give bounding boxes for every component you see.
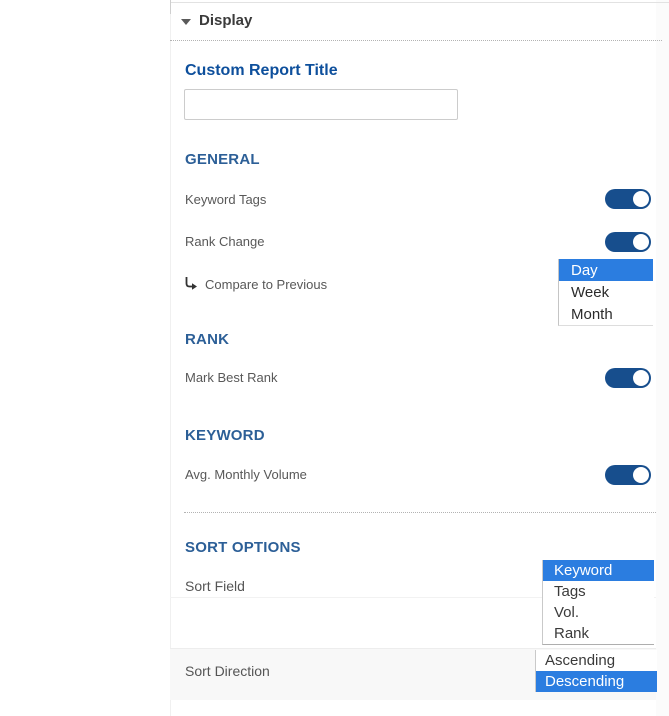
display-settings-panel: Display Custom Report Title GENERAL Keyw… xyxy=(0,0,669,716)
divider-dotted-middle xyxy=(184,512,656,513)
panel-left-border xyxy=(170,0,171,716)
display-section-label: Display xyxy=(199,12,252,29)
keyword-section-heading: KEYWORD xyxy=(185,427,265,444)
rank-change-label: Rank Change xyxy=(185,234,265,249)
panel-top-border xyxy=(170,2,669,3)
rank-section-heading: RANK xyxy=(185,331,229,348)
sort-field-label: Sort Field xyxy=(185,578,245,594)
toggle-knob xyxy=(633,467,649,483)
sort-options-heading: SORT OPTIONS xyxy=(185,539,301,556)
avg-monthly-volume-label: Avg. Monthly Volume xyxy=(185,467,307,482)
rank-change-toggle[interactable] xyxy=(605,232,651,252)
custom-report-title-input[interactable] xyxy=(184,89,458,120)
sort-direction-label: Sort Direction xyxy=(185,663,270,679)
avg-monthly-volume-toggle[interactable] xyxy=(605,465,651,485)
dropdown-option-day[interactable]: Day xyxy=(559,259,653,281)
dropdown-option-month[interactable]: Month xyxy=(559,303,653,325)
keyword-tags-label: Keyword Tags xyxy=(185,192,266,207)
mark-best-rank-toggle[interactable] xyxy=(605,368,651,388)
toggle-knob xyxy=(633,370,649,386)
display-section-header[interactable]: Display xyxy=(181,12,381,34)
dropdown-option-week[interactable]: Week xyxy=(559,281,653,303)
keyword-tags-toggle[interactable] xyxy=(605,189,651,209)
mark-best-rank-label: Mark Best Rank xyxy=(185,370,277,385)
dropdown-option-ascending[interactable]: Ascending xyxy=(536,650,657,671)
sort-field-dropdown: Keyword Tags Vol. Rank xyxy=(542,560,654,645)
right-gutter xyxy=(656,0,669,716)
general-section-heading: GENERAL xyxy=(185,151,260,168)
compare-to-previous-row: Compare to Previous xyxy=(184,275,404,293)
dropdown-option-rank[interactable]: Rank xyxy=(543,623,654,644)
dropdown-option-vol[interactable]: Vol. xyxy=(543,602,654,623)
dropdown-option-descending[interactable]: Descending xyxy=(536,671,657,692)
custom-report-title-heading: Custom Report Title xyxy=(185,62,338,80)
compare-to-previous-label: Compare to Previous xyxy=(205,277,327,292)
toggle-knob xyxy=(633,191,649,207)
compare-period-dropdown: Day Week Month xyxy=(558,259,653,326)
level-down-arrow-icon xyxy=(184,276,198,290)
divider-dotted-top xyxy=(170,40,662,41)
toggle-knob xyxy=(633,234,649,250)
sort-direction-dropdown: Ascending Descending xyxy=(535,650,657,692)
panel-left-border-top xyxy=(170,0,171,14)
dropdown-option-keyword[interactable]: Keyword xyxy=(543,560,654,581)
dropdown-option-tags[interactable]: Tags xyxy=(543,581,654,602)
collapse-triangle-icon xyxy=(181,19,191,25)
